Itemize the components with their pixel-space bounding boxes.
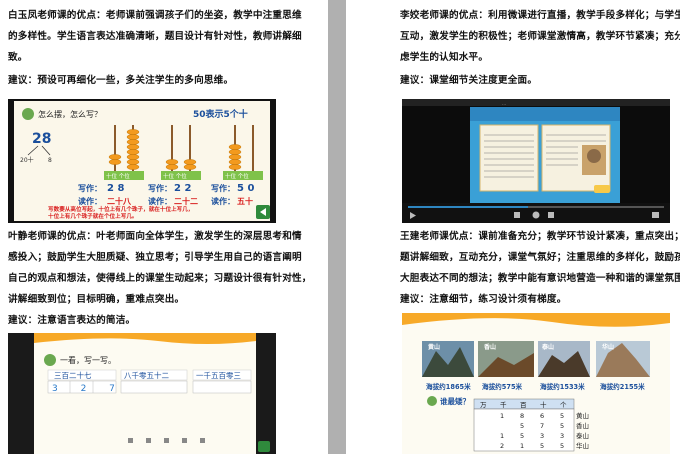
svg-text:3: 3 bbox=[540, 432, 544, 440]
slide1-rule-line-2: 十位上有几个珠子就在个位上写几。 bbox=[48, 212, 138, 220]
slide1-write-28: 2 8 bbox=[107, 183, 124, 194]
paragraph-bai-line-2: 的多样性。学生语言表达准确清晰，题目设计有针对性，教师讲解细 bbox=[8, 31, 302, 42]
svg-text:泰山: 泰山 bbox=[576, 431, 589, 440]
paragraph-wang-line-2: 题讲解细致，互动充分，课堂气氛好；注重思维的多样化，鼓励孩子 bbox=[400, 252, 680, 263]
svg-text:香山: 香山 bbox=[576, 421, 589, 430]
svg-text:5: 5 bbox=[520, 422, 524, 430]
svg-text:写作：: 写作： bbox=[78, 183, 102, 193]
slide1-right-title: 50表示5个十 bbox=[193, 108, 248, 120]
video-player-screenshot: ... bbox=[402, 99, 670, 223]
svg-text:写作：: 写作： bbox=[211, 183, 235, 193]
mountain-name-3: 泰山 bbox=[541, 343, 554, 351]
slide4-question: 谁最矮？ bbox=[440, 396, 470, 406]
svg-text:5: 5 bbox=[520, 432, 524, 440]
mountain-name-4: 华山 bbox=[602, 343, 614, 351]
svg-text:十位 个位: 十位 个位 bbox=[225, 172, 249, 180]
svg-text:读作：: 读作： bbox=[78, 196, 102, 206]
svg-text:千: 千 bbox=[500, 400, 507, 409]
svg-text:百: 百 bbox=[520, 401, 527, 409]
suggestion-bai: 建议：预设可再细化一些，多关注学生的多向思维。 bbox=[8, 75, 234, 86]
svg-text:5: 5 bbox=[540, 442, 544, 450]
slide-screenshot-write-numbers: 一看，写一写。 三百二十七 3 2 7 八千零五十二 一千五百零三 bbox=[8, 333, 276, 454]
svg-text:5: 5 bbox=[560, 412, 564, 420]
svg-text:6: 6 bbox=[540, 412, 544, 420]
slide1-split-left: 20十 bbox=[20, 156, 34, 164]
svg-text:华山: 华山 bbox=[576, 441, 589, 450]
slide-screenshot-abacus: 怎么摆，怎么写？ 50表示5个十 28 20十 8 十位 个位 十位 个位 十位… bbox=[8, 99, 276, 223]
next-icon bbox=[548, 212, 554, 218]
svg-text:5: 5 bbox=[560, 422, 564, 430]
svg-text:8: 8 bbox=[520, 412, 524, 420]
slide3-item-3: 一千五百零三 bbox=[196, 370, 241, 380]
progress-fill bbox=[408, 206, 528, 208]
altitude-1: 海拔约1865米 bbox=[426, 382, 471, 391]
player-title: ... bbox=[502, 102, 506, 107]
svg-text:十位 个位: 十位 个位 bbox=[106, 172, 130, 180]
svg-text:5: 5 bbox=[560, 442, 564, 450]
altitude-3: 海拔约1533米 bbox=[540, 382, 585, 391]
mountain-name-1: 黄山 bbox=[428, 343, 440, 351]
paragraph-li-line-3: 虑学生的认知水平。 bbox=[400, 52, 489, 63]
svg-text:十: 十 bbox=[540, 400, 547, 409]
slide1-question: 怎么摆，怎么写？ bbox=[38, 109, 102, 119]
suggestion-ye: 建议：注意语言表达的简洁。 bbox=[8, 315, 136, 326]
fullscreen-icon bbox=[652, 212, 659, 218]
paragraph-wang-line-1: 王建老师课优点：课前准备充分；教学环节设计紧凑，重点突出；习 bbox=[400, 231, 680, 242]
slide-screenshot-mountains: 黄山 香山 泰山 华山 海拔约1865米 海拔约575米 海拔约1533米 海拔… bbox=[402, 313, 670, 454]
paragraph-ye-line-1: 叶静老师课的优点：叶老师面向全体学生，激发学生的深层思考和情 bbox=[8, 231, 302, 242]
slide-bullet-icon bbox=[427, 396, 437, 406]
prev-icon bbox=[514, 212, 520, 218]
altitude-4: 海拔约2155米 bbox=[600, 382, 645, 391]
paragraph-li-line-1: 李姣老师课的优点：利用微课进行直播，教学手段多样化；与学生的 bbox=[400, 10, 680, 21]
paragraph-ye-line-2: 感投入；鼓励学生大胆质疑、独立思考；引导学生用自己的语言阐明 bbox=[8, 252, 302, 263]
document-page-left: 白玉凤老师课的优点：老师课前强调孩子们的坐姿，教学中注重思维 的多样性。学生语言… bbox=[0, 0, 328, 454]
mountain-name-2: 香山 bbox=[483, 343, 496, 351]
svg-text:写作：: 写作： bbox=[148, 183, 172, 193]
suggestion-wang: 建议：注意细节，练习设计须有梯度。 bbox=[400, 294, 567, 305]
suggestion-li: 建议：课堂细节关注度更全面。 bbox=[400, 75, 538, 86]
svg-text:个: 个 bbox=[560, 401, 567, 409]
pause-icon bbox=[532, 211, 540, 219]
svg-text:万: 万 bbox=[480, 401, 487, 409]
page-gutter bbox=[328, 0, 346, 454]
slide1-split-right: 8 bbox=[48, 157, 52, 164]
document-page-right: 李姣老师课的优点：利用微课进行直播，教学手段多样化；与学生的 互动，激发学生的积… bbox=[346, 0, 680, 454]
altitude-2: 海拔约575米 bbox=[482, 382, 523, 391]
paragraph-wang-line-3: 大胆表达不同的想法；教学中能有意识地营造一种和谐的课堂氛围。 bbox=[400, 273, 680, 284]
svg-text:1: 1 bbox=[500, 412, 504, 420]
slide3-item-2: 八千零五十二 bbox=[124, 370, 169, 380]
slide3-prompt: 一看，写一写。 bbox=[60, 356, 116, 365]
paragraph-ye-line-4: 讲解细致到位；目标明确，重难点突出。 bbox=[8, 294, 185, 305]
svg-text:3: 3 bbox=[560, 432, 564, 440]
slide1-rule-line-1: 写数要从高位写起，十位上有几个珠子，就在十位上写几， bbox=[48, 205, 193, 213]
paragraph-ye-line-3: 自己的观点和想法，使得线上的课堂生动起来；习题设计很有针对性， bbox=[8, 273, 312, 284]
place-value-table: 万 千 百 十 个 1 8 6 5 黄山 5 7 5 香山 1 5 3 3 泰山… bbox=[473, 398, 589, 452]
svg-text:读作：: 读作： bbox=[148, 196, 172, 206]
slide1-write-22: 2 2 bbox=[174, 183, 191, 194]
paragraph-li-line-2: 互动，激发学生的积极性；老师课堂激情高，教学环节紧凑；充分考 bbox=[400, 31, 680, 42]
paragraph-bai-line-1: 白玉凤老师课的优点：老师课前强调孩子们的坐姿，教学中注重思维 bbox=[8, 10, 302, 21]
slide1-number: 28 bbox=[32, 131, 51, 147]
svg-text:黄山: 黄山 bbox=[576, 411, 589, 420]
svg-text:2: 2 bbox=[500, 442, 504, 450]
slide3-item-1-answer: 3 2 7 bbox=[52, 384, 125, 394]
svg-text:十位 个位: 十位 个位 bbox=[163, 172, 187, 180]
slide1-write-50: 5 0 bbox=[237, 183, 254, 194]
slide-bullet-icon bbox=[22, 108, 34, 120]
paragraph-bai-line-3: 致。 bbox=[8, 52, 28, 63]
slide-bullet-icon bbox=[44, 354, 56, 366]
slide1-read-50: 五十 bbox=[237, 196, 253, 206]
svg-text:1: 1 bbox=[500, 432, 504, 440]
slide1-read-28: 二十八 bbox=[107, 196, 132, 206]
svg-text:读作：: 读作： bbox=[211, 196, 235, 206]
svg-text:7: 7 bbox=[540, 422, 544, 430]
slide3-item-1: 三百二十七 bbox=[54, 370, 92, 380]
svg-text:1: 1 bbox=[520, 442, 524, 450]
slide1-read-22: 二十二 bbox=[174, 196, 198, 206]
